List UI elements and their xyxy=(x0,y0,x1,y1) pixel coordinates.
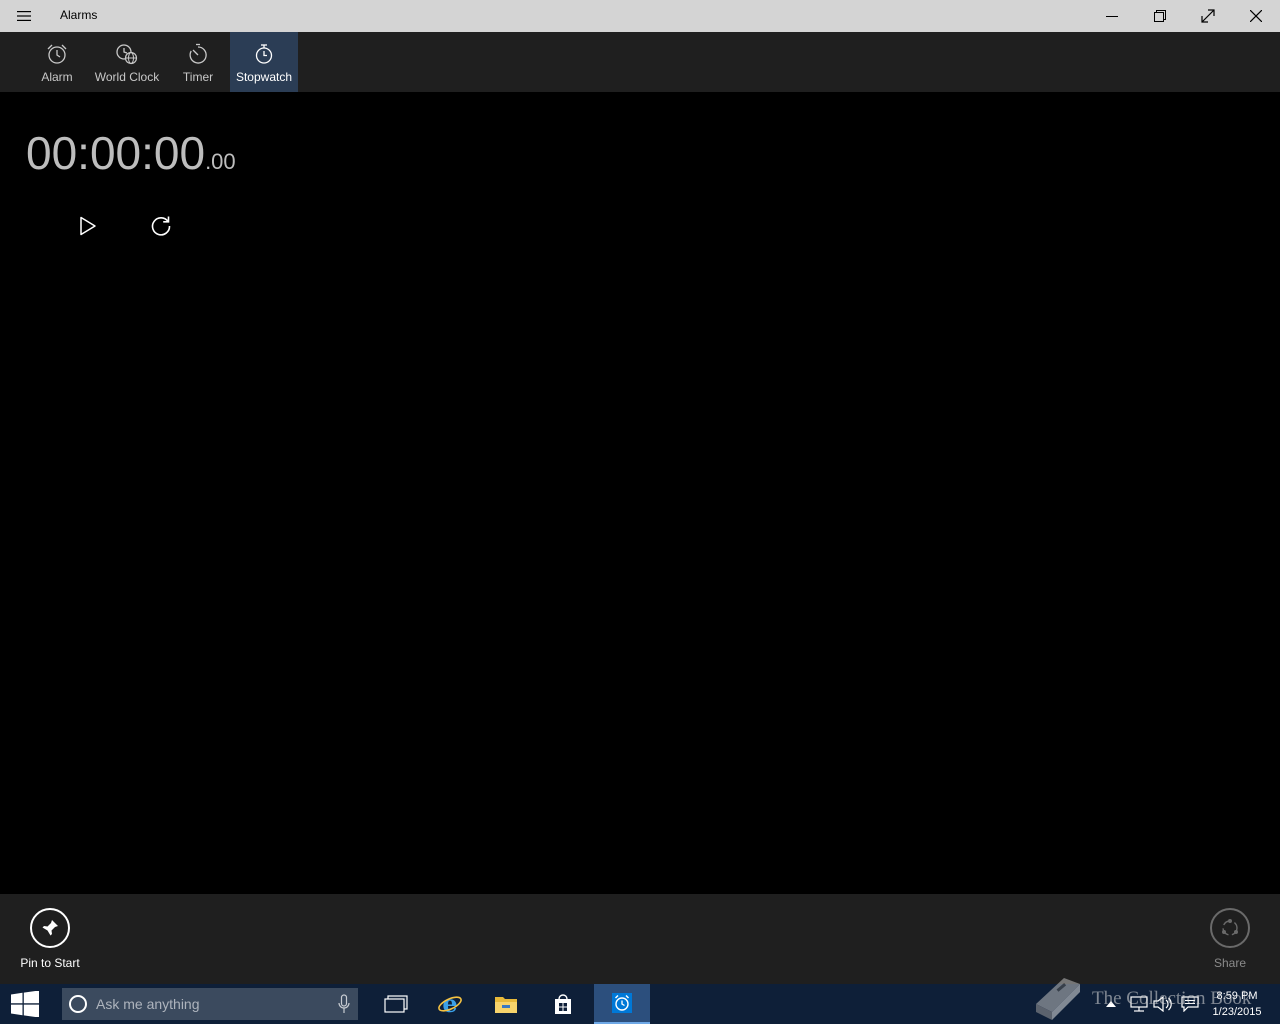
restore-button[interactable] xyxy=(1136,0,1184,32)
stopwatch-time-fraction: .00 xyxy=(205,149,236,174)
internet-explorer-button[interactable]: e xyxy=(422,984,478,1024)
hamburger-menu-button[interactable] xyxy=(10,6,38,26)
fullscreen-button[interactable] xyxy=(1184,0,1232,32)
microphone-icon xyxy=(338,994,350,1013)
store-icon xyxy=(555,994,571,1014)
share-button[interactable]: Share xyxy=(1208,908,1252,970)
tab-stopwatch-label: Stopwatch xyxy=(235,70,293,84)
minimize-button[interactable] xyxy=(1088,0,1136,32)
show-hidden-icons-button[interactable] xyxy=(1102,984,1120,1024)
timer-icon xyxy=(189,43,207,64)
tab-alarm[interactable]: Alarm xyxy=(30,32,84,92)
minimize-icon xyxy=(1106,16,1118,17)
file-explorer-button[interactable] xyxy=(478,984,534,1024)
reset-button[interactable] xyxy=(145,210,177,242)
pin-icon xyxy=(42,920,58,936)
volume-button[interactable] xyxy=(1152,984,1174,1024)
search-input[interactable] xyxy=(96,996,316,1012)
tab-world-clock-label: World Clock xyxy=(94,70,160,84)
stopwatch-display: 00:00:00.00 xyxy=(26,126,236,180)
stopwatch-icon xyxy=(255,44,273,64)
notification-icon xyxy=(1181,996,1199,1012)
tab-world-clock[interactable]: World Clock xyxy=(90,32,164,92)
pin-to-start-label: Pin to Start xyxy=(20,956,80,970)
stopwatch-time-main: 00:00:00 xyxy=(26,127,206,179)
svg-text:e: e xyxy=(442,991,457,1017)
share-label: Share xyxy=(1213,956,1247,970)
file-explorer-icon xyxy=(495,997,517,1013)
close-button[interactable] xyxy=(1232,0,1280,32)
alarms-app-button[interactable] xyxy=(594,984,650,1024)
hamburger-icon xyxy=(17,11,31,21)
microphone-button[interactable] xyxy=(338,994,350,1018)
share-icon xyxy=(1222,919,1238,936)
tab-bar: Alarm World Clock Timer Stopwatch xyxy=(0,32,1280,92)
clock-time: 8:59 PM xyxy=(1216,990,1258,1002)
tab-alarm-label: Alarm xyxy=(41,70,73,84)
action-center-button[interactable] xyxy=(1178,984,1202,1024)
reset-icon xyxy=(151,216,171,236)
tab-timer[interactable]: Timer xyxy=(174,32,222,92)
network-button[interactable] xyxy=(1128,984,1150,1024)
clock-date: 1/23/2015 xyxy=(1212,1006,1262,1018)
taskbar: e 8:59 PM 1/23/2015 xyxy=(0,984,1280,1024)
bottom-app-bar: Pin to Start Share xyxy=(0,894,1280,984)
pin-to-start-button[interactable]: Pin to Start xyxy=(20,908,80,970)
tab-stopwatch[interactable]: Stopwatch xyxy=(230,32,298,92)
title-bar: Alarms xyxy=(0,0,1280,32)
task-view-button[interactable] xyxy=(368,984,424,1024)
fullscreen-icon xyxy=(1201,9,1215,23)
start-button[interactable] xyxy=(72,210,104,242)
stopwatch-panel: 00:00:00.00 xyxy=(0,92,1280,894)
tab-timer-label: Timer xyxy=(182,70,214,84)
chevron-up-icon xyxy=(1106,1001,1116,1007)
restore-icon xyxy=(1154,10,1166,22)
internet-explorer-icon: e xyxy=(438,991,462,1017)
play-icon xyxy=(80,216,96,236)
window-title: Alarms xyxy=(60,8,98,22)
world-clock-icon xyxy=(116,44,138,65)
windows-logo-icon xyxy=(11,991,39,1017)
store-button[interactable] xyxy=(535,984,591,1024)
search-box[interactable] xyxy=(62,988,358,1020)
volume-icon xyxy=(1153,996,1172,1012)
task-view-icon xyxy=(384,995,408,1013)
alarm-clock-icon xyxy=(47,44,67,64)
start-button[interactable] xyxy=(0,984,50,1024)
taskbar-clock[interactable]: 8:59 PM 1/23/2015 xyxy=(1204,988,1270,1020)
alarms-app-icon xyxy=(612,993,632,1013)
network-icon xyxy=(1130,996,1148,1012)
close-icon xyxy=(1250,10,1262,22)
cortana-icon xyxy=(69,995,87,1013)
